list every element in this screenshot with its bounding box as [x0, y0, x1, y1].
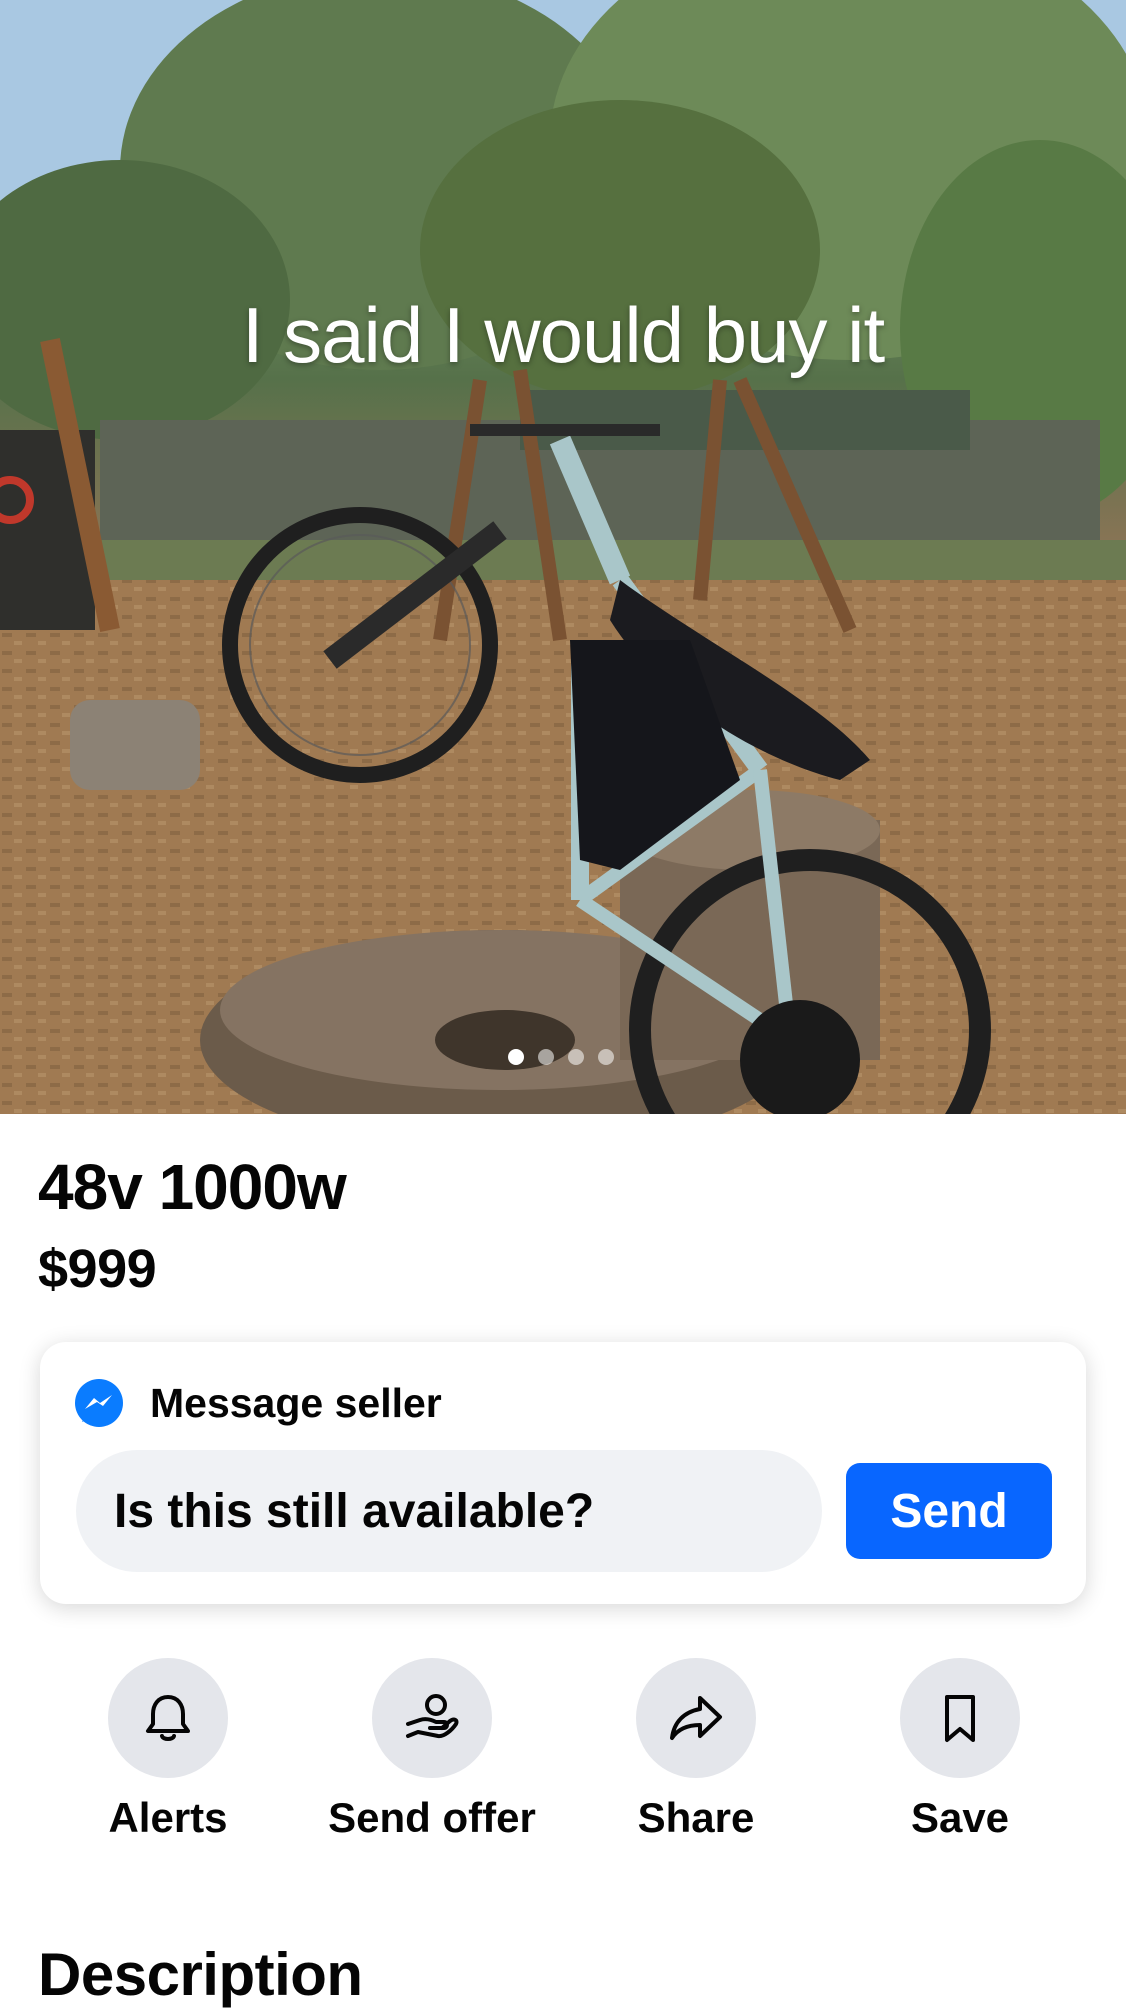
pagination-dot[interactable]	[538, 1049, 554, 1065]
action-bar: Alerts Send offer Share Save	[0, 1658, 1126, 1858]
offer-hand-icon	[406, 1694, 459, 1739]
photo-pagination[interactable]	[508, 1049, 614, 1065]
alerts-label: Alerts	[108, 1794, 228, 1841]
alerts-circle[interactable]	[108, 1658, 228, 1778]
description-heading: Description	[38, 1941, 363, 2008]
share-arrow-icon	[670, 1696, 722, 1740]
alerts-button[interactable]: Alerts	[48, 1658, 288, 1842]
bookmark-icon	[945, 1695, 975, 1742]
pagination-dot[interactable]	[508, 1049, 524, 1065]
send-offer-circle[interactable]	[372, 1658, 492, 1778]
share-circle[interactable]	[636, 1658, 756, 1778]
bike-photo-illustration	[0, 0, 1126, 1114]
message-seller-label: Message seller	[150, 1379, 442, 1426]
send-offer-label: Send offer	[328, 1794, 536, 1841]
save-circle[interactable]	[900, 1658, 1020, 1778]
message-seller-header: Message seller	[74, 1378, 442, 1428]
listing-price: $999	[38, 1239, 157, 1299]
listing-photo[interactable]: I said I would buy it	[0, 0, 1126, 1114]
save-button[interactable]: Save	[840, 1658, 1080, 1842]
photo-caption: I said I would buy it	[241, 291, 885, 379]
bell-icon	[146, 1695, 190, 1741]
share-label: Share	[637, 1794, 755, 1841]
message-seller-card: Message seller Is this still available? …	[40, 1342, 1086, 1604]
save-label: Save	[910, 1794, 1010, 1841]
send-button[interactable]: Send	[846, 1463, 1052, 1559]
share-button[interactable]: Share	[576, 1658, 816, 1842]
messenger-icon	[75, 1379, 123, 1427]
pagination-dot[interactable]	[568, 1049, 584, 1065]
message-input[interactable]: Is this still available?	[76, 1450, 822, 1572]
listing-title: 48v 1000w	[38, 1151, 347, 1223]
send-offer-button[interactable]: Send offer	[312, 1658, 552, 1842]
pagination-dot[interactable]	[598, 1049, 614, 1065]
